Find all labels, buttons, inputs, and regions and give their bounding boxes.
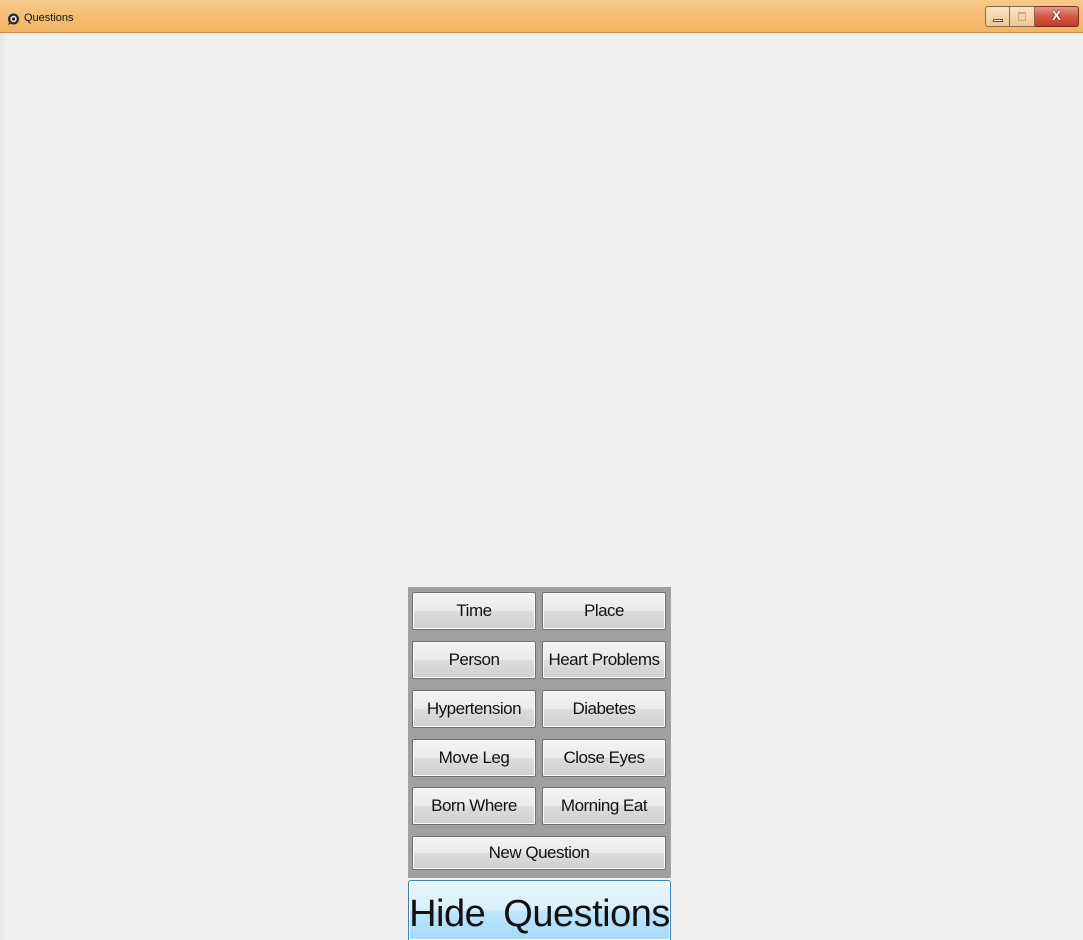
- minimize-icon: [993, 19, 1003, 22]
- questions-window: Questions X Time Place Person Heart Prob…: [0, 0, 1083, 940]
- minimize-button[interactable]: [985, 6, 1010, 27]
- hypertension-button[interactable]: Hypertension: [412, 690, 536, 728]
- questions-panel: Time Place Person Heart Problems Hyperte…: [408, 587, 671, 878]
- maximize-icon: [1018, 12, 1026, 21]
- app-icon: [8, 13, 19, 25]
- born-where-button[interactable]: Born Where: [412, 787, 536, 825]
- window-frame-edge: [0, 33, 8, 940]
- close-button[interactable]: X: [1035, 6, 1079, 27]
- window-controls: X: [985, 6, 1079, 27]
- title-bar[interactable]: Questions X: [0, 0, 1083, 33]
- close-eyes-button[interactable]: Close Eyes: [542, 739, 666, 777]
- maximize-button[interactable]: [1010, 6, 1035, 27]
- window-title: Questions: [24, 12, 74, 24]
- diabetes-button[interactable]: Diabetes: [542, 690, 666, 728]
- time-button[interactable]: Time: [412, 592, 536, 630]
- new-question-button[interactable]: New Question: [412, 836, 666, 870]
- heart-problems-button[interactable]: Heart Problems: [542, 641, 666, 679]
- person-button[interactable]: Person: [412, 641, 536, 679]
- move-leg-button[interactable]: Move Leg: [412, 739, 536, 777]
- close-icon: X: [1052, 8, 1061, 23]
- morning-eat-button[interactable]: Morning Eat: [542, 787, 666, 825]
- place-button[interactable]: Place: [542, 592, 666, 630]
- hide-questions-button[interactable]: Hide Questions: [408, 880, 671, 940]
